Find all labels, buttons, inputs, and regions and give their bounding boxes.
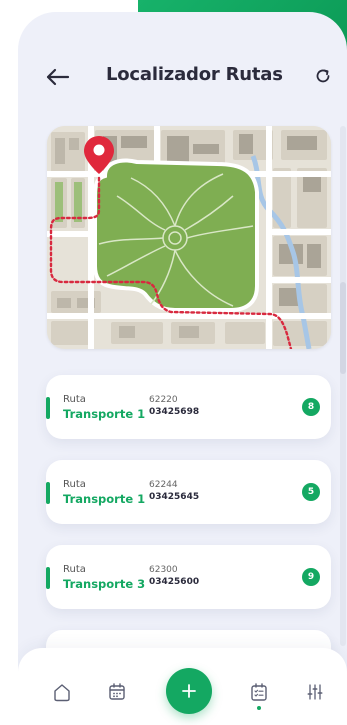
- accent-bar: [46, 397, 50, 419]
- active-indicator: [257, 706, 261, 710]
- accent-bar: [46, 567, 50, 589]
- route-label: Ruta: [63, 394, 86, 405]
- app-header: Localizador Rutas: [18, 62, 347, 92]
- accent-bar: [46, 482, 50, 504]
- map-illustration: [47, 126, 331, 349]
- arrow-left-icon: [46, 68, 70, 86]
- sliders-icon: [307, 684, 323, 700]
- count-badge: 5: [302, 483, 320, 501]
- scrollbar-track[interactable]: [340, 126, 346, 646]
- page-title: Localizador Rutas: [106, 64, 283, 85]
- refresh-button[interactable]: [314, 67, 332, 85]
- checklist-calendar-icon: [251, 683, 267, 701]
- scrollbar-thumb[interactable]: [340, 282, 346, 374]
- nav-filters-button[interactable]: [304, 681, 326, 703]
- bottom-navigation: [18, 648, 347, 725]
- route-card[interactable]: Ruta Transporte 1 62244 03425645 5: [46, 460, 331, 524]
- route-id: 03425600: [149, 577, 200, 587]
- nav-home-button[interactable]: [51, 681, 73, 703]
- route-label: Ruta: [63, 564, 86, 575]
- add-icon: [182, 684, 196, 698]
- phone-screen: Localizador Rutas Ruta Transporte 1 6222…: [18, 12, 347, 725]
- route-id: 03425645: [149, 492, 200, 502]
- add-button[interactable]: [166, 668, 212, 714]
- route-name: Transporte 1: [63, 407, 146, 421]
- home-icon: [54, 684, 70, 702]
- route-label: Ruta: [63, 479, 86, 490]
- route-code: 62300: [149, 565, 178, 575]
- route-name: Transporte 3: [63, 577, 146, 591]
- route-card[interactable]: Ruta Transporte 1 62220 03425698 8: [46, 375, 331, 439]
- route-name: Transporte 1: [63, 492, 146, 506]
- route-map[interactable]: [47, 126, 331, 349]
- back-button[interactable]: [44, 66, 70, 88]
- route-card[interactable]: Ruta Transporte 3 62300 03425600 9: [46, 545, 331, 609]
- nav-tasks-button[interactable]: [248, 681, 270, 703]
- calendar-icon: [109, 683, 125, 700]
- route-code: 62244: [149, 480, 178, 490]
- route-code: 62220: [149, 395, 178, 405]
- count-badge: 9: [302, 568, 320, 586]
- refresh-icon: [316, 69, 330, 83]
- nav-calendar-button[interactable]: [106, 681, 128, 703]
- count-badge: 8: [302, 398, 320, 416]
- route-id: 03425698: [149, 407, 200, 417]
